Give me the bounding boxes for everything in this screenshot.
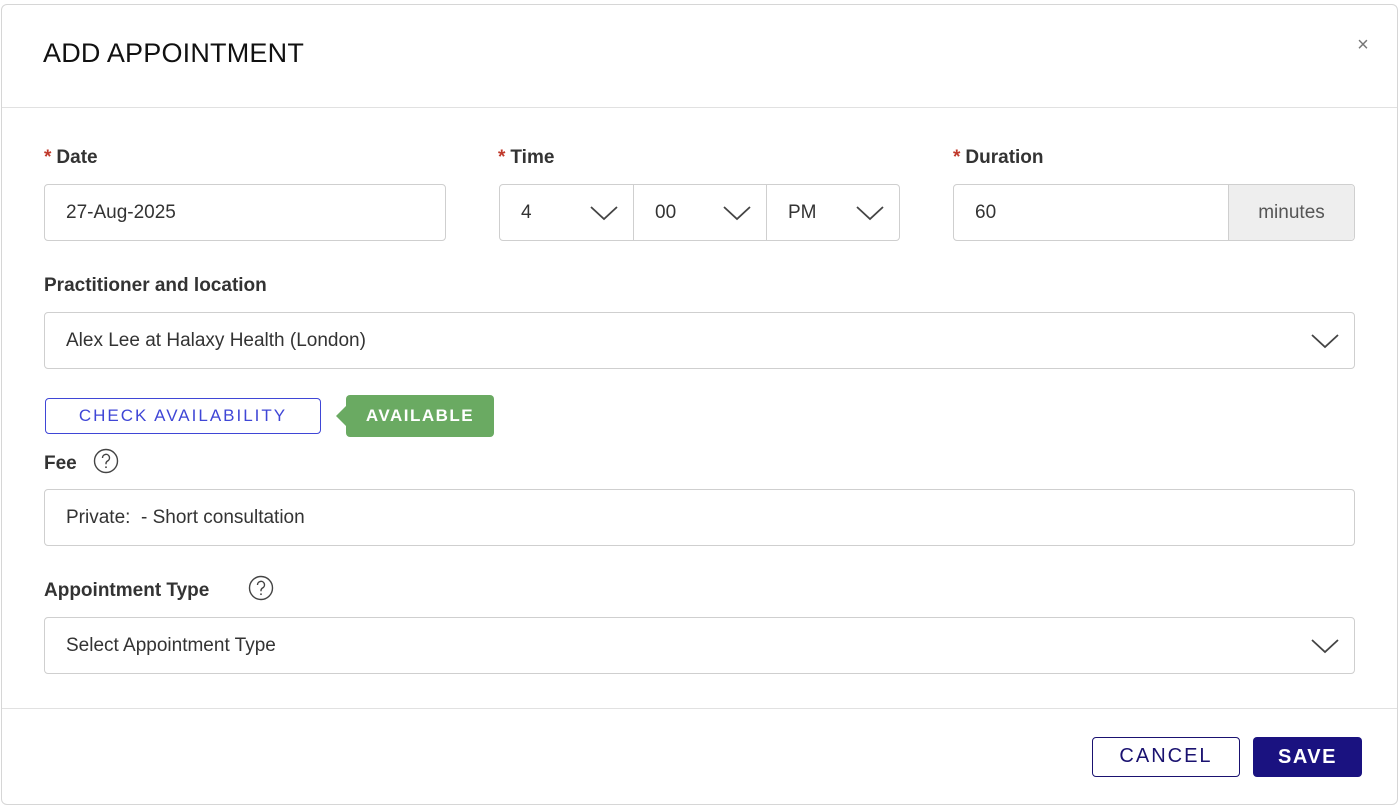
date-value: 27-Aug-2025 xyxy=(66,201,176,223)
availability-status-badge: AVAILABLE xyxy=(336,395,494,437)
duration-label: * Duration xyxy=(953,147,1044,169)
required-marker: * xyxy=(498,147,506,168)
appointment-type-select[interactable]: Select Appointment Type xyxy=(44,617,1355,674)
duration-unit: minutes xyxy=(1228,185,1354,240)
chevron-down-icon xyxy=(722,204,752,222)
minute-value: 00 xyxy=(655,201,677,223)
cancel-button[interactable]: CANCEL xyxy=(1092,737,1240,777)
hour-select[interactable]: 4 xyxy=(500,185,634,240)
meridiem-select[interactable]: PM xyxy=(767,185,899,240)
fee-label: Fee xyxy=(44,453,77,474)
hour-value: 4 xyxy=(521,201,532,223)
fee-value: Private: - Short consultation xyxy=(66,506,305,528)
dialog-title: ADD APPOINTMENT xyxy=(43,38,305,68)
required-marker: * xyxy=(953,147,961,168)
required-marker: * xyxy=(44,147,52,168)
dialog-header: ADD APPOINTMENT × xyxy=(2,5,1397,108)
meridiem-value: PM xyxy=(788,201,817,223)
appointment-type-placeholder: Select Appointment Type xyxy=(66,634,276,656)
duration-value: 60 xyxy=(975,201,997,223)
date-label-text: Date xyxy=(56,147,98,168)
duration-label-text: Duration xyxy=(965,147,1044,168)
footer-divider xyxy=(2,708,1397,709)
question-circle-icon[interactable] xyxy=(93,448,119,474)
chevron-down-icon xyxy=(1310,332,1340,350)
close-icon[interactable]: × xyxy=(1351,33,1375,57)
question-circle-icon[interactable] xyxy=(248,575,274,601)
add-appointment-dialog: ADD APPOINTMENT × * Date 27-Aug-2025 * Tim… xyxy=(1,4,1398,805)
chevron-down-icon xyxy=(855,204,885,222)
check-availability-button[interactable]: CHECK AVAILABILITY xyxy=(45,398,321,434)
fee-select[interactable]: Private: - Short consultation xyxy=(44,489,1355,546)
appointment-type-label: Appointment Type xyxy=(44,580,210,601)
practitioner-value: Alex Lee at Halaxy Health (London) xyxy=(66,329,366,351)
minute-select[interactable]: 00 xyxy=(634,185,767,240)
practitioner-select[interactable]: Alex Lee at Halaxy Health (London) xyxy=(44,312,1355,369)
time-label-text: Time xyxy=(510,147,555,168)
save-button[interactable]: SAVE xyxy=(1253,737,1362,777)
time-label: * Time xyxy=(498,147,554,169)
time-picker: 4 00 PM xyxy=(499,184,900,241)
chevron-down-icon xyxy=(1310,637,1340,655)
chevron-down-icon xyxy=(589,204,619,222)
duration-input[interactable]: 60 minutes xyxy=(953,184,1355,241)
date-label: * Date xyxy=(44,147,98,169)
practitioner-label: Practitioner and location xyxy=(44,275,267,296)
date-input[interactable]: 27-Aug-2025 xyxy=(44,184,446,241)
